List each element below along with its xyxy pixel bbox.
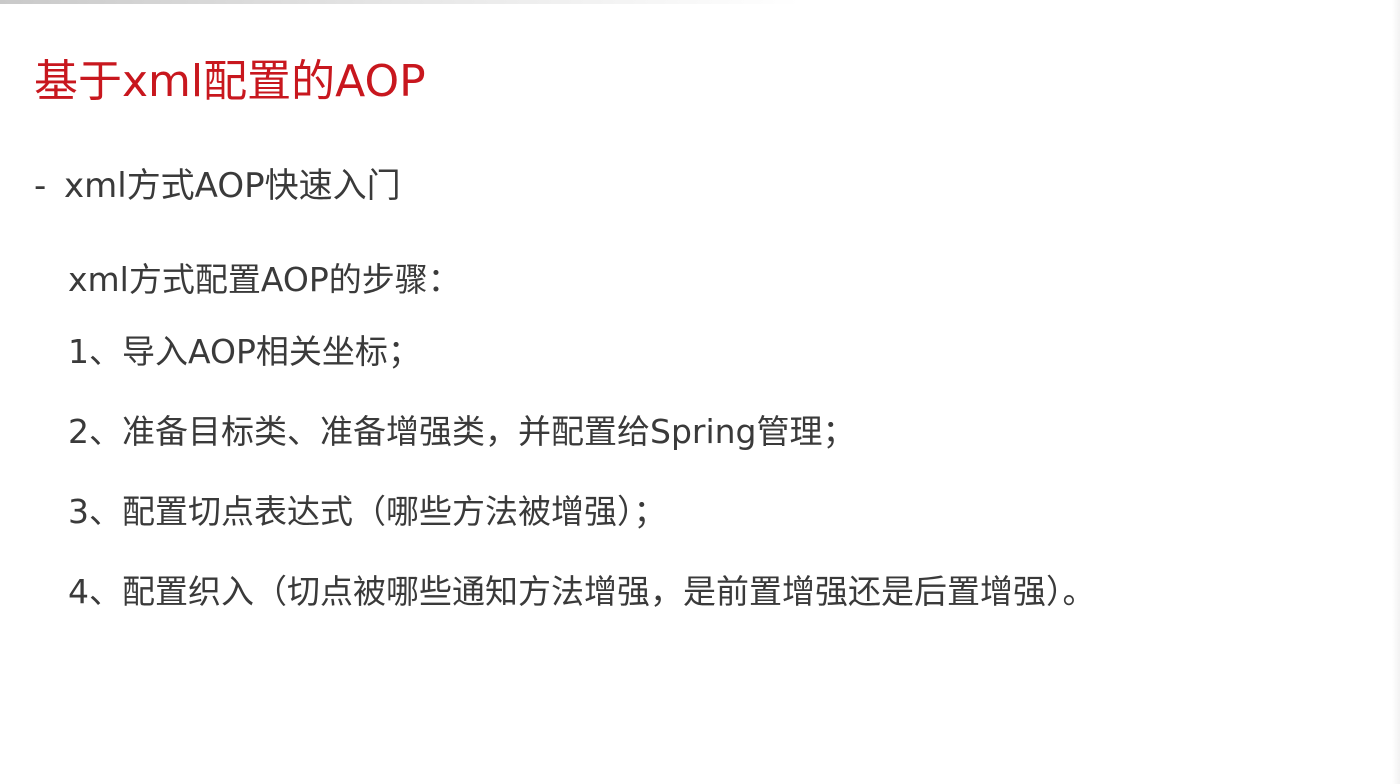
step-item-2: 2、准备目标类、准备增强类，并配置给Spring管理；	[68, 412, 856, 451]
subtitle: - xml方式AOP快速入门	[34, 162, 401, 210]
slide-title: 基于xml配置的AOP	[34, 56, 426, 107]
subtitle-dash: -	[34, 166, 47, 206]
step-item-3: 3、配置切点表达式（哪些方法被增强）；	[68, 492, 667, 531]
step-list: 1、导入AOP相关坐标； 2、准备目标类、准备增强类，并配置给Spring管理；…	[68, 328, 1096, 648]
step-item-1: 1、导入AOP相关坐标；	[68, 332, 421, 371]
steps-intro: xml方式配置AOP的步骤：	[68, 260, 461, 299]
subtitle-text: xml方式AOP快速入门	[64, 166, 401, 206]
slide: 基于xml配置的AOP - xml方式AOP快速入门 xml方式配置AOP的步骤：…	[0, 0, 1392, 784]
step-item-4: 4、配置织入（切点被哪些通知方法增强，是前置增强还是后置增强）。	[68, 572, 1096, 611]
right-edge-shadow	[1392, 0, 1400, 784]
